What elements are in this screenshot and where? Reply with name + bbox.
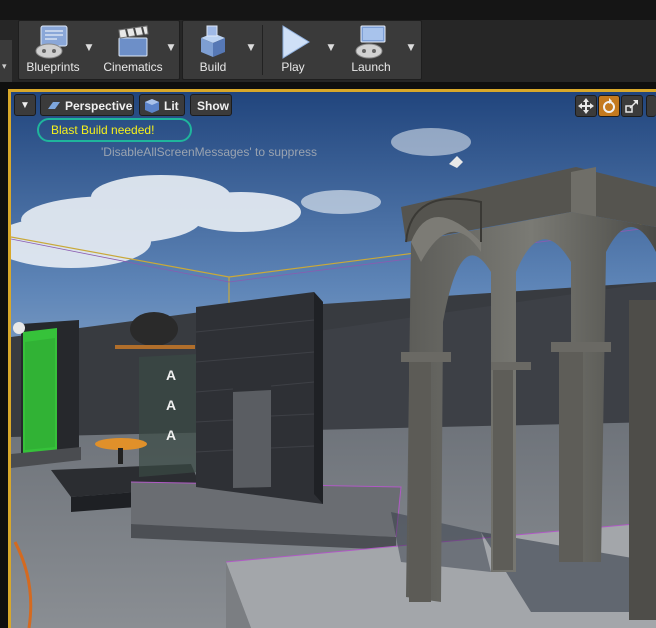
cinematics-label: Cinematics <box>103 60 163 74</box>
lit-sphere-icon <box>145 99 159 113</box>
toolbar-group-build-play-launch: Build ▼ Play ▼ Launch ▼ <box>182 20 422 80</box>
scale-mode-button[interactable] <box>621 95 643 117</box>
viewport-selection-outline <box>8 89 656 628</box>
build-icon <box>201 25 225 57</box>
perspective-label: Perspective <box>65 99 133 113</box>
title-strip <box>0 0 656 20</box>
perspective-button[interactable]: Perspective <box>40 94 134 116</box>
clapperboard-icon <box>118 25 149 57</box>
chevron-down-icon: ▾ <box>2 62 7 72</box>
build-dropdown-arrow[interactable]: ▼ <box>245 41 257 55</box>
scale-icon <box>625 100 638 113</box>
launch-icon <box>355 25 386 59</box>
build-label: Build <box>199 60 227 74</box>
blueprints-dropdown-arrow[interactable]: ▼ <box>83 41 95 55</box>
toolbar-group-blueprints-cinematics: Blueprints ▼ Cinematics ▼ <box>18 20 180 80</box>
blast-build-warning: Blast Build needed! <box>37 118 192 142</box>
blueprints-button[interactable]: Blueprints <box>19 21 87 79</box>
suppress-message: 'DisableAllScreenMessages' to suppress <box>101 145 318 159</box>
show-label: Show <box>197 99 229 113</box>
main-toolbar: ▾ Blueprints ▼ Cinematics ▼ Build ▼ Play… <box>0 20 656 102</box>
blueprints-label: Blueprints <box>26 60 80 74</box>
viewport-options-button[interactable]: ▼ <box>14 94 36 116</box>
warning-text: Blast Build needed! <box>51 123 155 137</box>
lit-label: Lit <box>164 99 179 113</box>
play-icon <box>282 25 310 59</box>
launch-label: Launch <box>351 60 391 74</box>
play-button[interactable]: Play <box>263 21 323 79</box>
perspective-icon <box>48 102 60 109</box>
show-button[interactable]: Show <box>190 94 232 116</box>
launch-dropdown-arrow[interactable]: ▼ <box>405 41 417 55</box>
translate-mode-button[interactable] <box>575 95 597 117</box>
rotate-icon <box>603 98 615 113</box>
chevron-down-icon: ▼ <box>20 100 30 111</box>
world-local-toggle[interactable] <box>646 95 656 117</box>
play-dropdown-arrow[interactable]: ▼ <box>325 41 337 55</box>
launch-button[interactable]: Launch <box>341 21 401 79</box>
cinematics-dropdown-arrow[interactable]: ▼ <box>165 41 177 55</box>
cinematics-button[interactable]: Cinematics <box>99 21 167 79</box>
move-arrows-icon <box>578 98 594 114</box>
view-mode-button[interactable]: Lit <box>139 94 185 116</box>
blueprints-icon <box>35 25 68 59</box>
rotate-mode-button[interactable] <box>598 95 620 117</box>
build-button[interactable]: Build <box>183 21 243 79</box>
play-label: Play <box>281 60 305 74</box>
